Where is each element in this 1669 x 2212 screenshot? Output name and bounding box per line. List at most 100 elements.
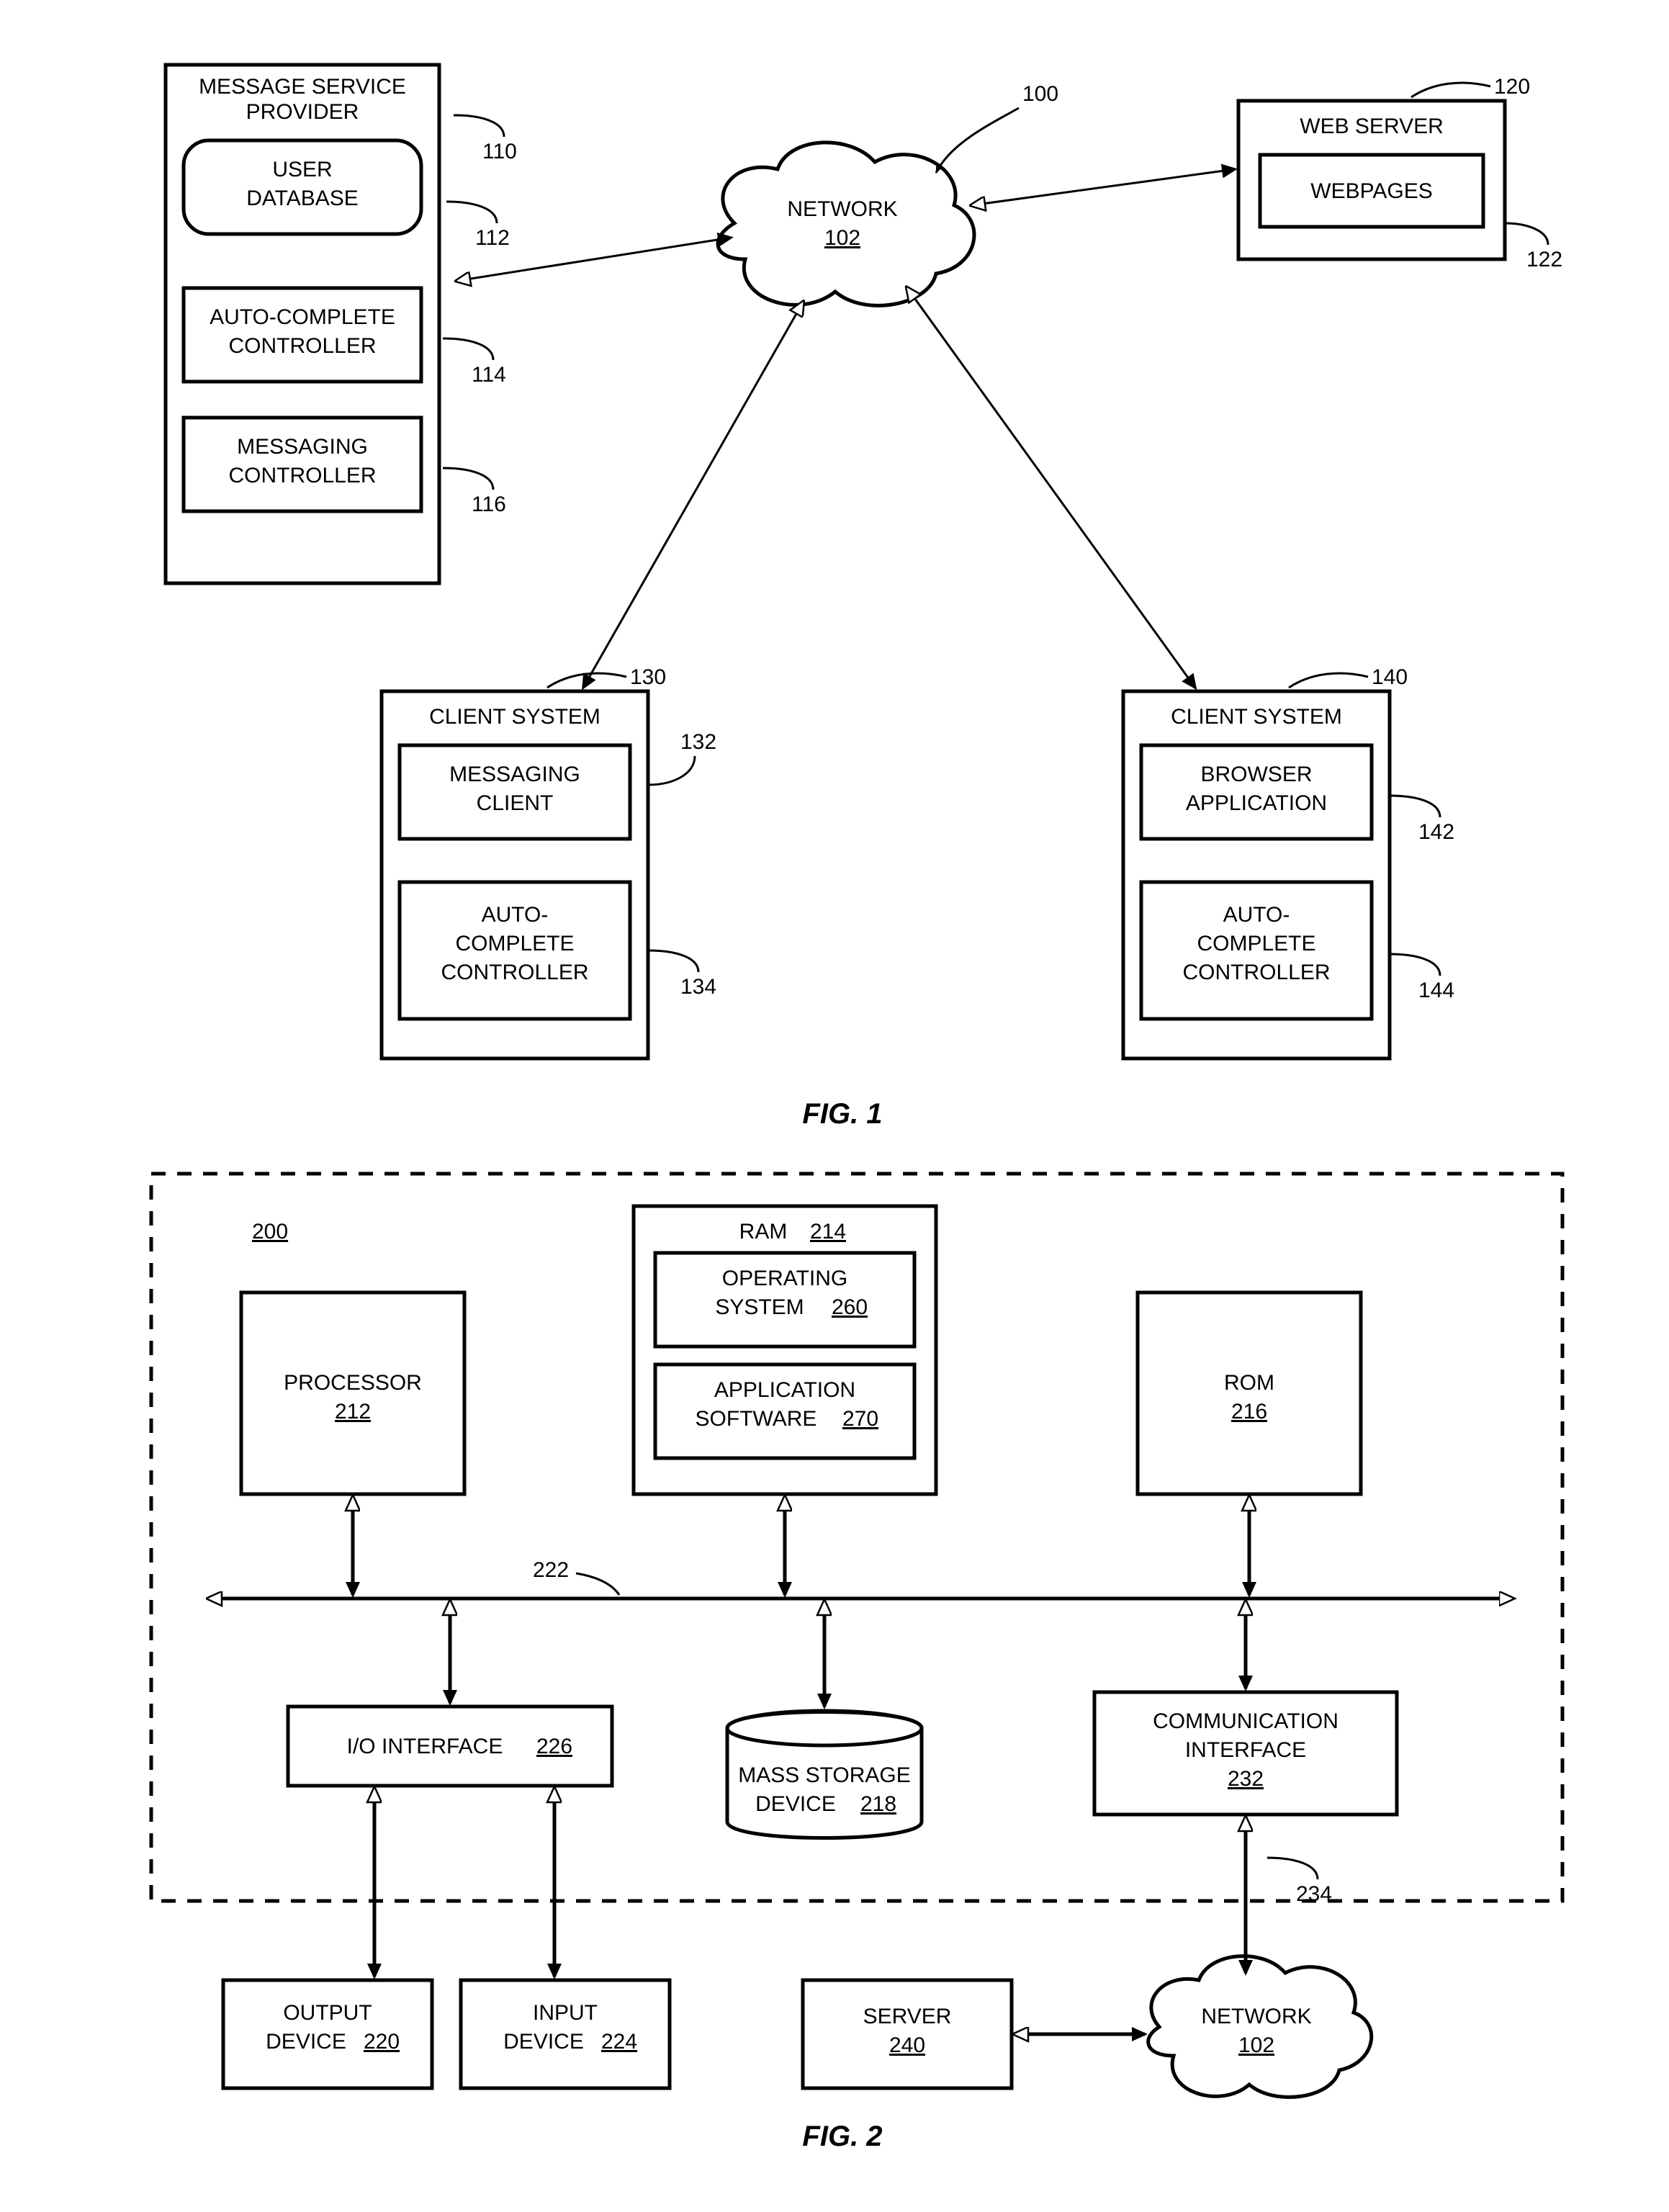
- patent-figures: NETWORK 102 100 MESSAGE SERVICE PROVIDER…: [0, 0, 1669, 2212]
- lead-144: [1390, 954, 1440, 976]
- ref-100-text: 100: [1022, 82, 1058, 106]
- webpages-label: WEBPAGES: [1310, 179, 1432, 203]
- input-ref: 224: [601, 2030, 637, 2054]
- figure-2: 200 PROCESSOR 212 RAM 214 OPERATING SYST…: [151, 1174, 1562, 2152]
- fig2-caption: FIG. 2: [802, 2121, 882, 2152]
- lead-234: [1267, 1858, 1318, 1879]
- ref-134: 134: [680, 975, 716, 999]
- system-boundary: [151, 1174, 1562, 1901]
- app-l1: APPLICATION: [714, 1378, 855, 1402]
- client2-title: CLIENT SYSTEM: [1171, 705, 1342, 729]
- lead-114: [443, 338, 493, 360]
- output-l2: DEVICE: [266, 2030, 346, 2054]
- c1-ac-l3: CONTROLLER: [441, 961, 588, 984]
- c1-ac-l1: AUTO-: [482, 903, 549, 927]
- lead-110: [454, 115, 504, 137]
- app-ref: 270: [842, 1407, 878, 1431]
- os-l2: SYSTEM: [715, 1295, 804, 1319]
- msp-ac-l2: CONTROLLER: [228, 334, 376, 358]
- c1-ac-l2: COMPLETE: [455, 932, 574, 956]
- network-cloud: NETWORK 102: [718, 143, 974, 305]
- network-cloud-2: NETWORK 102: [1148, 1956, 1372, 2098]
- client1-title: CLIENT SYSTEM: [429, 705, 600, 729]
- client-system-2: CLIENT SYSTEM BROWSER APPLICATION AUTO- …: [1123, 691, 1390, 1058]
- ref-130: 130: [630, 665, 666, 689]
- msgclient-l1: MESSAGING: [449, 763, 580, 786]
- network-ref: 102: [824, 226, 860, 250]
- ref-140: 140: [1372, 665, 1408, 689]
- client-system-1: CLIENT SYSTEM MESSAGING CLIENT AUTO- COM…: [382, 691, 648, 1058]
- msp-ac-l1: AUTO-COMPLETE: [210, 305, 395, 329]
- lead-142: [1390, 796, 1440, 817]
- msp-block: MESSAGE SERVICE PROVIDER USER DATABASE A…: [166, 65, 439, 583]
- c2-ac-l2: COMPLETE: [1197, 932, 1315, 956]
- io-ref: 226: [536, 1735, 572, 1758]
- ref-144: 144: [1418, 979, 1454, 1002]
- lead-120: [1411, 83, 1490, 97]
- lead-134: [648, 950, 698, 972]
- mass-l2: DEVICE: [755, 1792, 836, 1816]
- os-l1: OPERATING: [722, 1267, 847, 1290]
- lead-122: [1505, 223, 1548, 245]
- io-label: I/O INTERFACE: [347, 1735, 503, 1758]
- c2-ac-l1: AUTO-: [1223, 903, 1290, 927]
- comm-l2: INTERFACE: [1185, 1738, 1306, 1762]
- ref-112: 112: [475, 226, 510, 250]
- msgctrl-l2: CONTROLLER: [228, 464, 376, 487]
- output-ref: 220: [364, 2030, 400, 2054]
- ref-114: 114: [472, 363, 506, 387]
- network2-label: NETWORK: [1201, 2005, 1311, 2028]
- ref-142: 142: [1418, 820, 1454, 844]
- figure-1: NETWORK 102 100 MESSAGE SERVICE PROVIDER…: [166, 65, 1562, 1130]
- ref-116: 116: [472, 493, 506, 516]
- arrow-network-client2: [907, 288, 1195, 688]
- ref-200: 200: [252, 1220, 288, 1244]
- web-server-block: WEB SERVER WEBPAGES: [1238, 101, 1505, 259]
- c2-ac-l3: CONTROLLER: [1182, 961, 1330, 984]
- ref-222: 222: [533, 1558, 569, 1582]
- rom-ref: 216: [1231, 1400, 1267, 1424]
- fig1-caption: FIG. 1: [802, 1098, 882, 1130]
- ref-132: 132: [680, 730, 716, 754]
- mass-ref: 218: [860, 1792, 896, 1816]
- ref-122: 122: [1526, 248, 1562, 271]
- input-l2: DEVICE: [503, 2030, 584, 2054]
- mass-storage: MASS STORAGE DEVICE 218: [727, 1711, 922, 1838]
- input-l1: INPUT: [533, 2001, 598, 2025]
- ram-ref: 214: [810, 1220, 846, 1244]
- lead-132: [648, 756, 695, 785]
- app-l2: SOFTWARE: [696, 1407, 817, 1431]
- msgctrl-l1: MESSAGING: [237, 435, 368, 459]
- ram-block: [634, 1206, 936, 1494]
- msp-title-1: MESSAGE SERVICE: [199, 75, 406, 99]
- userdb-l2: DATABASE: [246, 186, 359, 210]
- output-l1: OUTPUT: [283, 2001, 372, 2025]
- server-ref: 240: [889, 2033, 925, 2057]
- msgclient-l2: CLIENT: [477, 791, 554, 815]
- processor-ref: 212: [335, 1400, 371, 1424]
- comm-ref: 232: [1228, 1767, 1264, 1791]
- os-ref: 260: [832, 1295, 868, 1319]
- lead-140: [1289, 673, 1368, 688]
- browser-l1: BROWSER: [1200, 763, 1312, 786]
- processor-label: PROCESSOR: [284, 1371, 422, 1395]
- ref-120: 120: [1494, 75, 1530, 99]
- server-label: SERVER: [863, 2005, 952, 2028]
- lead-222: [576, 1573, 619, 1595]
- ref-100: 100: [936, 82, 1058, 173]
- ram-label: RAM: [739, 1220, 788, 1244]
- arrow-network-web: [972, 169, 1235, 205]
- lead-116: [443, 468, 493, 490]
- browser-l2: APPLICATION: [1186, 791, 1327, 815]
- ref-110: 110: [482, 140, 517, 163]
- ref-234: 234: [1296, 1882, 1332, 1906]
- arrow-network-client1: [583, 302, 803, 688]
- mass-l1: MASS STORAGE: [738, 1763, 911, 1787]
- userdb-l1: USER: [272, 158, 332, 181]
- rom-label: ROM: [1224, 1371, 1274, 1395]
- lead-112: [446, 202, 497, 223]
- webserver-title: WEB SERVER: [1300, 114, 1444, 138]
- network-label: NETWORK: [787, 197, 897, 221]
- msp-title-2: PROVIDER: [246, 100, 359, 124]
- comm-l1: COMMUNICATION: [1153, 1709, 1339, 1733]
